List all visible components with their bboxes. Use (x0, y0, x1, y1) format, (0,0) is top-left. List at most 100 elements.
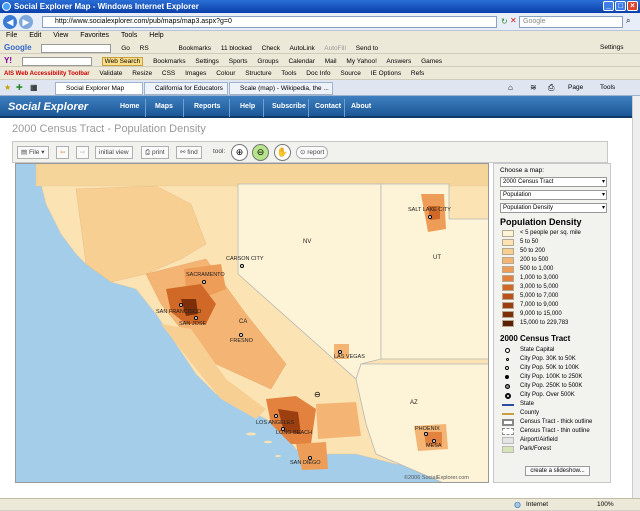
city-marker-fresno[interactable] (239, 333, 243, 337)
ais-doc-info-button[interactable]: Doc Info (306, 70, 330, 77)
maximize-button[interactable]: □ (615, 1, 626, 11)
minimize-button[interactable]: _ (603, 1, 614, 11)
create-slideshow-button[interactable]: create a slideshow... (525, 466, 590, 476)
ais-images-button[interactable]: Images (185, 70, 206, 77)
menu-file[interactable]: File (6, 32, 17, 39)
city-marker-los-angeles[interactable] (274, 414, 278, 418)
menu-help[interactable]: Help (149, 32, 163, 39)
yahoo-bookmarks-button[interactable]: Bookmarks (153, 58, 186, 65)
legend-symbol-icon (506, 358, 509, 361)
url-input[interactable]: http://www.socialexplorer.com/pub/maps/m… (42, 16, 497, 28)
print-icon[interactable]: ⎙ (548, 83, 554, 93)
rss-button[interactable]: RS (140, 45, 149, 52)
yahoo-settings-button[interactable]: Settings (195, 58, 219, 65)
close-window-button[interactable]: × (627, 1, 638, 11)
send-to-button[interactable]: Send to (356, 45, 378, 52)
site-logo[interactable]: Social Explorer (8, 99, 88, 115)
zoom-level[interactable]: 100% (597, 499, 614, 511)
find-button[interactable]: ⚯ find (176, 146, 202, 159)
geography-select[interactable]: 2000 Census Tract (500, 177, 607, 187)
tab-scale-wikipedia[interactable]: Scale (map) - Wikipedia, the ... (229, 82, 333, 95)
nav-help[interactable]: Help (240, 101, 255, 113)
popup-blocked-button[interactable]: 11 blocked (221, 45, 252, 52)
map-view[interactable]: NV UT CA AZ SALT LAKE CITY CARSON CITY S… (15, 163, 489, 483)
feeds-icon[interactable]: ≋ (530, 83, 537, 92)
my-yahoo-button[interactable]: My Yahoo! (346, 58, 376, 65)
tab-california-for-educators[interactable]: California for Educators (144, 82, 228, 95)
legend-label: 500 to 1,000 (520, 266, 554, 272)
menu-bar: File Edit View Favorites Tools Help (0, 31, 640, 41)
nav-contact[interactable]: Contact (315, 101, 341, 113)
nav-about[interactable]: About (351, 101, 371, 113)
yahoo-search-input[interactable] (21, 56, 92, 66)
yahoo-games-button[interactable]: Games (421, 58, 442, 65)
nav-reports[interactable]: Reports (194, 101, 220, 113)
yahoo-mail-button[interactable]: Mail (325, 58, 337, 65)
initial-view-button[interactable]: initial view (95, 146, 133, 159)
yahoo-sports-button[interactable]: Sports (229, 58, 248, 65)
yahoo-answers-button[interactable]: Answers (386, 58, 411, 65)
page-menu-button[interactable]: Page (568, 84, 583, 91)
nav-subscribe[interactable]: Subscribe (272, 101, 306, 113)
ais-colour-button[interactable]: Colour (216, 70, 235, 77)
city-marker-sacramento[interactable] (202, 280, 206, 284)
stop-icon[interactable]: ✕ (510, 16, 517, 25)
history-forward-button[interactable]: ⇨ (76, 146, 90, 159)
home-icon[interactable]: ⌂ (508, 83, 513, 92)
menu-edit[interactable]: Edit (29, 32, 41, 39)
ais-refs-button[interactable]: Refs (411, 70, 424, 77)
autolink-button[interactable]: AutoLink (290, 45, 315, 52)
ais-source-button[interactable]: Source (340, 70, 361, 77)
menu-view[interactable]: View (53, 32, 68, 39)
ais-structure-button[interactable]: Structure (245, 70, 271, 77)
autofill-button[interactable]: AutoFill (324, 45, 346, 52)
report-button[interactable]: ⊙ report (296, 146, 329, 159)
city-marker-san-jose[interactable] (194, 316, 198, 320)
zoom-out-icon[interactable]: ⊖ (252, 144, 269, 161)
tools-menu-button[interactable]: Tools (600, 84, 615, 91)
ais-css-button[interactable]: CSS (162, 70, 175, 77)
bookmarks-button[interactable]: Bookmarks (179, 45, 212, 52)
back-button[interactable]: ◀ (3, 15, 17, 29)
history-back-button[interactable]: ⇦ (56, 146, 70, 159)
symbol-legend-label: City Pop. Over 500K (520, 392, 575, 398)
zoom-cursor-icon: ⊖ (314, 390, 321, 399)
menu-favorites[interactable]: Favorites (80, 32, 109, 39)
forward-button[interactable]: ▶ (19, 15, 33, 29)
tab-social-explorer-map[interactable]: Social Explorer Map (55, 82, 143, 95)
city-label-san-francisco: SAN FRANCISCO (156, 309, 202, 315)
yahoo-calendar-button[interactable]: Calendar (288, 58, 314, 65)
ais-validate-button[interactable]: Validate (99, 70, 122, 77)
ais-resize-button[interactable]: Resize (132, 70, 152, 77)
refresh-icon[interactable]: ↻ (501, 17, 508, 26)
google-search-input[interactable] (41, 43, 112, 53)
vertical-scrollbar[interactable] (632, 96, 640, 498)
city-marker-salt-lake-city[interactable] (428, 215, 432, 219)
variable-select[interactable]: Population Density (500, 203, 607, 213)
tabs-bar: ★ ✚ ▦ Social Explorer Map California for… (0, 80, 640, 96)
add-favorites-icon[interactable]: ✚ (16, 83, 23, 92)
topic-select[interactable]: Population (500, 190, 607, 200)
yahoo-web-search-button[interactable]: Web Search (101, 57, 144, 66)
zoom-in-icon[interactable]: ⊕ (231, 144, 248, 161)
ais-ie-options-button[interactable]: IE Options (371, 70, 401, 77)
file-menu-button[interactable]: ▤ File ▾ (17, 146, 49, 159)
nav-home[interactable]: Home (120, 101, 139, 113)
pan-hand-icon[interactable]: ✋ (274, 144, 291, 161)
google-settings-button[interactable]: Settings (600, 41, 624, 53)
tab-list-icon[interactable]: ▦ (30, 83, 38, 92)
search-input[interactable]: Google (519, 16, 623, 28)
yahoo-groups-button[interactable]: Groups (257, 58, 278, 65)
city-marker-san-francisco[interactable] (179, 303, 183, 307)
spellcheck-button[interactable]: Check (262, 45, 280, 52)
symbol-legend-item: Census Tract - thick outline (502, 418, 607, 427)
favorites-star-icon[interactable]: ★ (4, 83, 11, 92)
search-icon[interactable]: ⌕ (626, 16, 630, 26)
city-marker-carson-city[interactable] (240, 264, 244, 268)
ais-tools-button[interactable]: Tools (281, 70, 296, 77)
print-button[interactable]: ⎙ print (141, 146, 169, 159)
map-copyright: ©2006 SocialExplorer.com (404, 475, 469, 481)
menu-tools[interactable]: Tools (121, 32, 137, 39)
nav-maps[interactable]: Maps (155, 101, 173, 113)
google-go-button[interactable]: Go (121, 45, 130, 52)
